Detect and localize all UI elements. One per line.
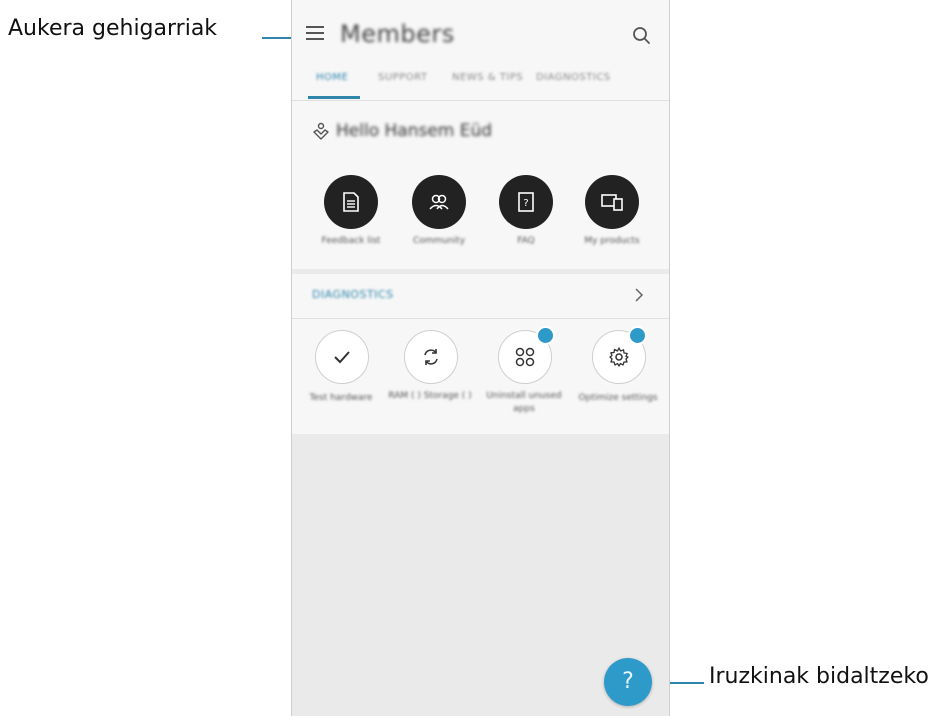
test-hardware-label: Test hardware: [309, 393, 373, 403]
greeting-text: Hello Hansem Eüd: [336, 121, 493, 141]
my-products-label: My products: [584, 236, 640, 246]
community-button[interactable]: [412, 175, 466, 229]
callout-menu-label: Aukera gehigarriak: [8, 16, 218, 41]
uninstall-apps-badge: [536, 326, 555, 345]
feedback-list-label: Feedback list: [321, 236, 381, 246]
help-book-icon: ?: [518, 192, 534, 212]
refresh-icon: [424, 349, 438, 365]
svg-text:?: ?: [523, 198, 528, 209]
app-bar: Members HOME SUPPORT NEWS & TIPS DIAGNOS…: [292, 0, 669, 100]
check-icon: [334, 351, 350, 364]
tab-diagnostics[interactable]: DIAGNOSTICS: [536, 72, 611, 83]
my-products-button[interactable]: [585, 175, 639, 229]
search-icon[interactable]: [632, 26, 652, 46]
faq-button[interactable]: ?: [499, 175, 553, 229]
callout-feedback-label: Iruzkinak bidaltzeko: [709, 664, 929, 689]
chevron-right-icon: [635, 288, 644, 302]
tab-support[interactable]: SUPPORT: [378, 72, 427, 83]
app-title: Members: [340, 20, 455, 48]
diagnostics-header[interactable]: DIAGNOSTICS: [292, 274, 669, 319]
faq-label: FAQ: [517, 236, 535, 246]
uninstall-apps-label: Uninstall unused apps: [486, 391, 562, 414]
feedback-list-button[interactable]: [324, 175, 378, 229]
apps-icon: [515, 347, 535, 367]
home-card: Hello Hansem Eüd ? Feedback list Communi…: [292, 100, 669, 269]
document-icon: [343, 192, 359, 212]
ram-storage-label: RAM ( ) Storage ( ): [388, 391, 472, 401]
hand-heart-icon: [313, 122, 329, 140]
menu-icon[interactable]: [306, 26, 324, 44]
optimize-settings-badge: [628, 326, 647, 345]
devices-icon: [601, 194, 623, 211]
gear-icon: [609, 347, 629, 367]
test-hardware-button[interactable]: [315, 330, 369, 384]
tab-home[interactable]: HOME: [316, 72, 348, 83]
ram-storage-button[interactable]: [404, 330, 458, 384]
tab-bar: HOME SUPPORT NEWS & TIPS DIAGNOSTICS: [292, 62, 669, 100]
optimize-settings-label: Optimize settings: [578, 393, 658, 403]
people-icon: [429, 194, 449, 210]
phone-screen: Members HOME SUPPORT NEWS & TIPS DIAGNOS…: [291, 0, 670, 716]
community-label: Community: [412, 236, 466, 246]
diagnostics-title: DIAGNOSTICS: [312, 288, 394, 301]
feedback-fab-button[interactable]: ?: [604, 658, 652, 706]
active-tab-indicator: [308, 96, 360, 99]
tab-news-tips[interactable]: NEWS & TIPS: [452, 72, 523, 83]
diagnostics-card: DIAGNOSTICS Test hardware RAM () Storag…: [292, 274, 669, 434]
